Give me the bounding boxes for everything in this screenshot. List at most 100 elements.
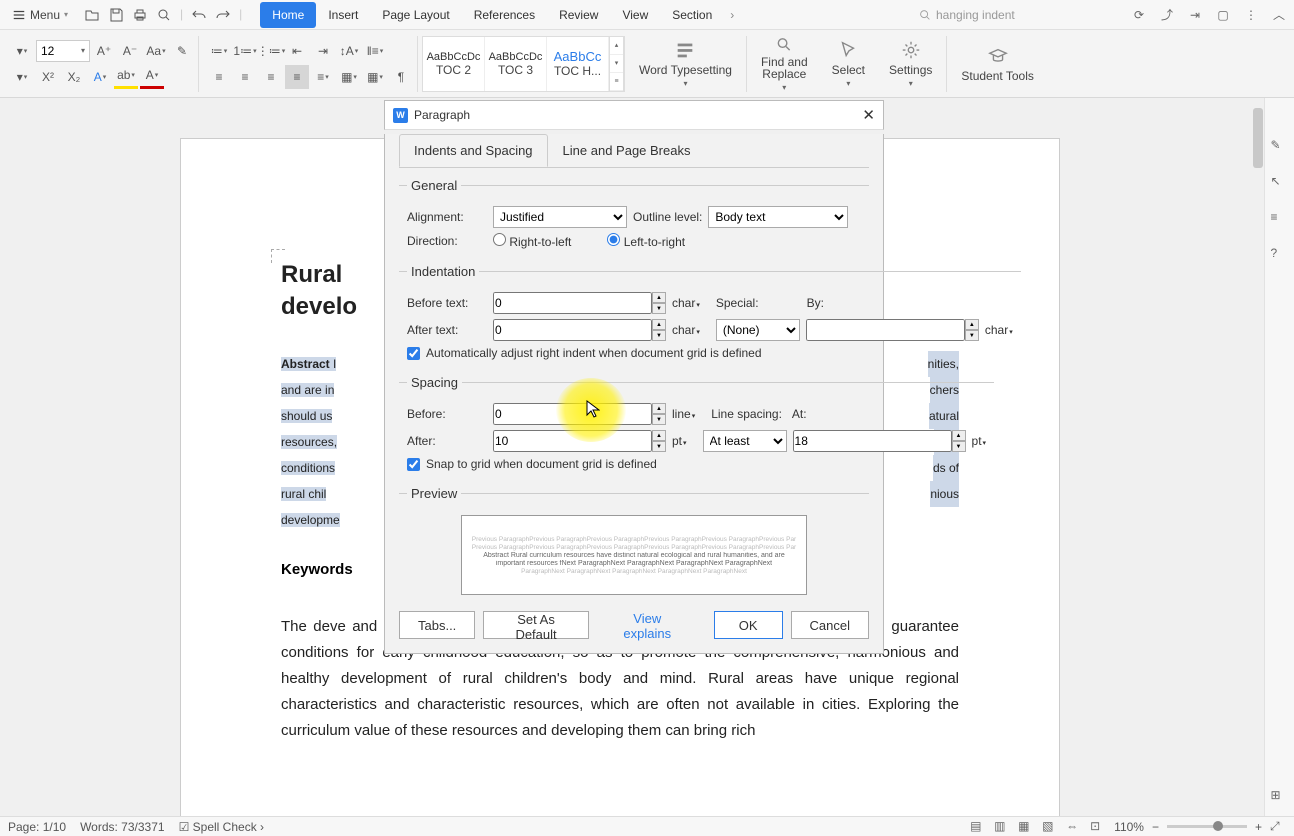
text-direction-icon[interactable]: ↕A — [337, 39, 361, 63]
justify-icon[interactable]: ≡ — [285, 65, 309, 89]
select-mode-icon[interactable]: ↖ — [1271, 174, 1289, 192]
distribute-icon[interactable]: ≡ — [311, 65, 335, 89]
spacing-after-input[interactable] — [493, 430, 652, 452]
tab-home[interactable]: Home — [260, 2, 316, 28]
page-indicator[interactable]: Page: 1/10 — [8, 820, 66, 834]
view-web-icon[interactable]: ▦ — [1018, 819, 1034, 835]
undo-icon[interactable] — [191, 7, 207, 23]
outline-select[interactable]: Body text — [708, 206, 848, 228]
share-icon[interactable]: ⤴ — [1158, 6, 1176, 24]
rtl-radio[interactable] — [493, 233, 506, 246]
bullets-icon[interactable]: ≔ — [207, 39, 231, 63]
spacing-before-input[interactable] — [493, 403, 652, 425]
styles-gallery[interactable]: AaBbCcDc TOC 2 AaBbCcDc TOC 3 AaBbCc TOC… — [422, 36, 624, 92]
outline-icon[interactable]: ≡ — [1271, 210, 1289, 228]
view-fullwidth-icon[interactable]: ⇔ — [1066, 819, 1082, 835]
tab-review[interactable]: Review — [547, 2, 610, 28]
collapse-ribbon-icon[interactable]: ︿ — [1270, 6, 1288, 24]
close-button[interactable]: ✕ — [862, 106, 875, 124]
at-input[interactable] — [793, 430, 952, 452]
at-unit[interactable]: pt — [972, 434, 987, 448]
redo-icon[interactable] — [215, 7, 231, 23]
zoom-value[interactable]: 110% — [1114, 820, 1144, 834]
after-text-input[interactable] — [493, 319, 652, 341]
after-text-unit[interactable]: char — [672, 323, 700, 337]
clear-format-icon[interactable]: ✎ — [170, 39, 194, 63]
search-box[interactable]: hanging indent — [914, 4, 1114, 26]
find-replace-button[interactable]: Find and Replace — [751, 36, 818, 92]
highlight-icon[interactable]: ab — [114, 65, 138, 89]
align-right-icon[interactable]: ≡ — [259, 65, 283, 89]
tab-insert[interactable]: Insert — [316, 2, 370, 28]
align-center-icon[interactable]: ≡ — [233, 65, 257, 89]
menu-button[interactable]: Menu ▾ — [6, 8, 74, 22]
numbering-icon[interactable]: 1≔ — [233, 39, 257, 63]
help-icon[interactable]: ? — [1271, 246, 1289, 264]
styles-scroll[interactable]: ▴▾≡ — [609, 37, 623, 91]
export-icon[interactable]: ⇥ — [1186, 6, 1204, 24]
view-explains-link[interactable]: View explains — [597, 611, 698, 639]
tab-view[interactable]: View — [610, 2, 660, 28]
increase-indent-icon[interactable]: ⇥ — [311, 39, 335, 63]
line-spacing-select[interactable]: At least — [703, 430, 787, 452]
borders-icon[interactable]: ▦ — [363, 65, 387, 89]
fullscreen-icon[interactable]: ⤢ — [1270, 819, 1286, 835]
tab-indents-spacing[interactable]: Indents and Spacing — [399, 134, 548, 167]
before-text-unit[interactable]: char — [672, 296, 700, 310]
para-mark-icon[interactable]: ¶ — [389, 65, 413, 89]
sync-icon[interactable]: ⟳ — [1130, 6, 1148, 24]
shrink-font-icon[interactable]: A⁻ — [118, 39, 142, 63]
alignment-select[interactable]: Justified — [493, 206, 627, 228]
spin-up[interactable]: ▲ — [652, 292, 666, 303]
zoom-slider[interactable] — [1167, 825, 1247, 828]
tab-references[interactable]: References — [462, 2, 547, 28]
superscript-icon[interactable]: X² — [36, 65, 60, 89]
style-toch[interactable]: AaBbCc TOC H... — [547, 37, 609, 91]
zoom-out[interactable]: − — [1152, 820, 1159, 834]
font-family-dropdown[interactable]: ▾ — [10, 39, 34, 63]
student-tools-button[interactable]: Student Tools — [951, 36, 1044, 92]
by-unit[interactable]: char — [985, 323, 1013, 337]
auto-adjust-checkbox[interactable] — [407, 347, 420, 360]
view-print-icon[interactable]: ▤ — [970, 819, 986, 835]
settings-button[interactable]: Settings — [879, 36, 942, 92]
by-input[interactable] — [806, 319, 965, 341]
shading-icon[interactable]: ▦ — [337, 65, 361, 89]
ok-button[interactable]: OK — [714, 611, 783, 639]
spell-check[interactable]: ☑ Spell Check › — [179, 820, 264, 834]
save-icon[interactable] — [108, 7, 124, 23]
change-case-icon[interactable]: Aa — [144, 39, 168, 63]
view-outline-icon[interactable]: ▥ — [994, 819, 1010, 835]
view-fit-icon[interactable]: ⊡ — [1090, 819, 1106, 835]
subscript-icon[interactable]: X₂ — [62, 65, 86, 89]
tabs-button[interactable]: Tabs... — [399, 611, 475, 639]
edit-icon[interactable]: ✎ — [1271, 138, 1289, 156]
tabs-overflow[interactable]: › — [724, 8, 740, 22]
rtl-radio-label[interactable]: Right-to-left — [493, 233, 571, 249]
spacing-before-unit[interactable]: line — [672, 407, 695, 421]
tab-section[interactable]: Section — [660, 2, 724, 28]
grid-icon[interactable]: ⊞ — [1271, 788, 1289, 806]
print-preview-icon[interactable] — [156, 7, 172, 23]
decrease-indent-icon[interactable]: ⇤ — [285, 39, 309, 63]
view-read-icon[interactable]: ▧ — [1042, 819, 1058, 835]
line-spacing-icon[interactable]: ‖≡ — [363, 39, 387, 63]
dialog-titlebar[interactable]: W Paragraph ✕ — [384, 100, 884, 130]
cancel-button[interactable]: Cancel — [791, 611, 869, 639]
scrollbar-thumb[interactable] — [1253, 108, 1263, 168]
spacing-after-unit[interactable]: pt — [672, 434, 687, 448]
font-size-input[interactable]: 12▾ — [36, 40, 90, 62]
open-icon[interactable] — [84, 7, 100, 23]
grow-font-icon[interactable]: A⁺ — [92, 39, 116, 63]
font-menu-icon[interactable]: ▾ — [10, 65, 34, 89]
multilevel-icon[interactable]: ⋮≔ — [259, 39, 283, 63]
before-text-input[interactable] — [493, 292, 652, 314]
text-effect-icon[interactable]: A — [88, 65, 112, 89]
word-typesetting-button[interactable]: Word Typesetting — [629, 36, 742, 92]
ltr-radio[interactable] — [607, 233, 620, 246]
more-icon[interactable]: ⋮ — [1242, 6, 1260, 24]
set-default-button[interactable]: Set As Default — [483, 611, 589, 639]
select-button[interactable]: Select — [822, 36, 875, 92]
tab-line-page-breaks[interactable]: Line and Page Breaks — [548, 134, 706, 167]
word-count[interactable]: Words: 73/3371 — [80, 820, 165, 834]
